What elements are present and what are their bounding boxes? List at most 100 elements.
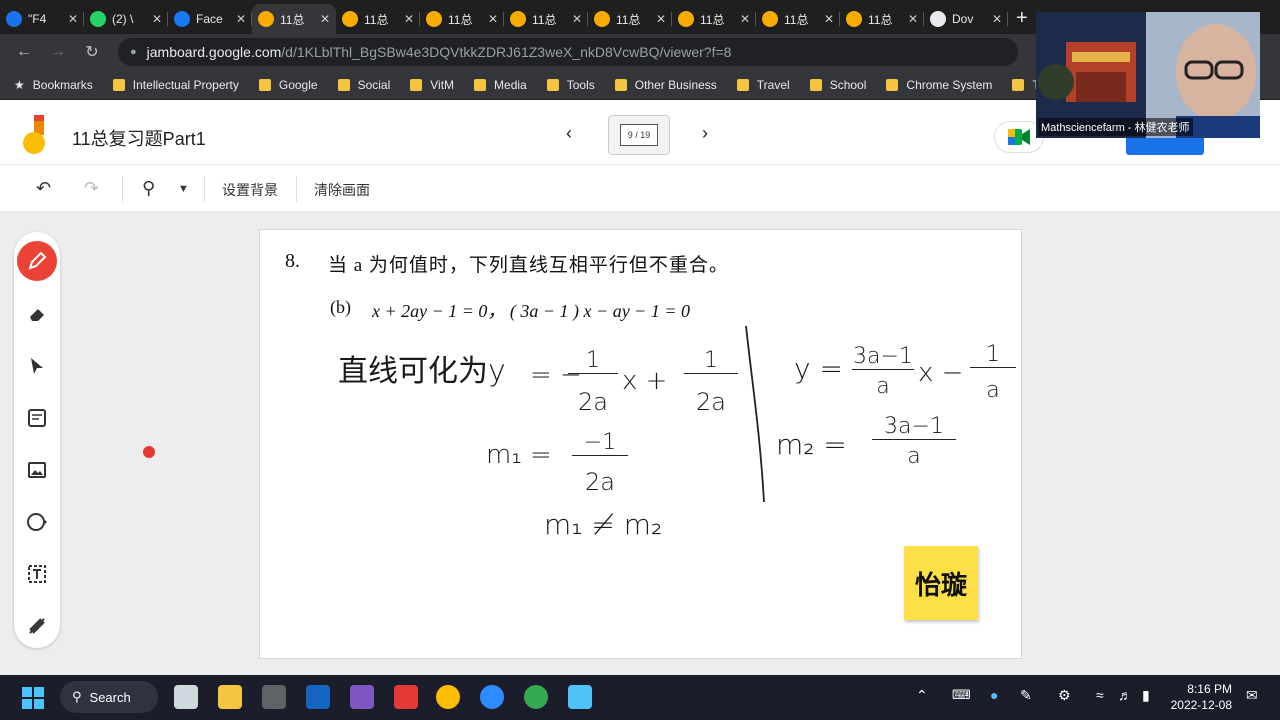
bookmark-folder[interactable]: Social bbox=[337, 78, 390, 92]
sticky-note[interactable]: 怡璇 bbox=[904, 546, 978, 620]
close-tab-icon[interactable]: ✕ bbox=[488, 12, 498, 26]
browser-tab[interactable]: 11总 ✕ bbox=[504, 4, 588, 34]
close-tab-icon[interactable]: ✕ bbox=[236, 12, 246, 26]
bookmark-folder[interactable]: VitM bbox=[410, 78, 454, 92]
handwriting-m2-label: m₂ = bbox=[776, 428, 847, 461]
forward-arrow-icon[interactable]: → bbox=[44, 38, 72, 66]
browser-tab[interactable]: 11总 ✕ bbox=[336, 4, 420, 34]
close-tab-icon[interactable]: ✕ bbox=[152, 12, 162, 26]
handwriting-m1-den: 2a bbox=[585, 468, 615, 496]
tab-title: "F4 bbox=[28, 12, 47, 26]
close-tab-icon[interactable]: ✕ bbox=[992, 12, 1002, 26]
close-tab-icon[interactable]: ✕ bbox=[68, 12, 78, 26]
taskbar-search[interactable]: ⚲ Search bbox=[60, 681, 158, 713]
next-frame-chevron-icon[interactable]: › bbox=[702, 123, 708, 144]
handwriting-frac2-num: 1 bbox=[684, 348, 738, 374]
frame-pager[interactable]: 9 / 19 bbox=[608, 115, 670, 155]
bookmark-folder[interactable]: Travel bbox=[736, 78, 790, 92]
notifications-icon[interactable]: ✉ bbox=[1246, 687, 1258, 704]
folder-icon bbox=[809, 78, 822, 91]
question-part-label: (b) bbox=[330, 297, 351, 317]
browser-tab[interactable]: "F4 ✕ bbox=[0, 4, 84, 34]
tab-title: 11总 bbox=[280, 12, 305, 27]
zoom-dropdown-chevron-icon[interactable]: ▼ bbox=[178, 183, 189, 195]
handwriting-line1-mid: x + bbox=[622, 366, 668, 396]
browser-tab[interactable]: Face ✕ bbox=[168, 4, 252, 34]
shape-circle-icon[interactable] bbox=[25, 510, 49, 534]
pen-menu-icon[interactable]: ✎ bbox=[1020, 687, 1032, 704]
tab-title: 11总 bbox=[784, 12, 809, 27]
bookmark-folder[interactable]: Media bbox=[474, 78, 527, 92]
bookmark-folder[interactable]: Tools bbox=[546, 77, 595, 92]
calculator-icon[interactable] bbox=[350, 685, 374, 709]
clear-frame-button[interactable]: 清除画面 bbox=[314, 180, 370, 200]
microphone-icon[interactable]: ● bbox=[990, 687, 998, 703]
chrome-icon[interactable] bbox=[524, 685, 548, 709]
eraser-icon[interactable] bbox=[25, 302, 49, 326]
search-icon: ⚲ bbox=[72, 689, 82, 704]
task-view-icon[interactable] bbox=[174, 685, 198, 709]
bookmark-label: Tools bbox=[566, 77, 595, 92]
browser-tab[interactable]: (2) \ ✕ bbox=[84, 4, 168, 34]
redo-icon[interactable]: ↷ bbox=[84, 178, 99, 199]
volume-icon[interactable]: ♬ bbox=[1118, 687, 1132, 703]
wps-office-icon[interactable] bbox=[394, 685, 418, 709]
bookmark-folder[interactable]: Other Business bbox=[614, 78, 717, 92]
previous-frame-chevron-icon[interactable]: ‹ bbox=[566, 123, 572, 144]
browser-tab[interactable]: Dov ✕ bbox=[924, 4, 1008, 34]
phone-link-icon[interactable] bbox=[262, 685, 286, 709]
text-box-icon[interactable] bbox=[25, 562, 49, 586]
browser-tab[interactable]: 11总 ✕ bbox=[420, 4, 504, 34]
browser-tab[interactable]: 11总 ✕ bbox=[252, 4, 336, 34]
image-icon[interactable] bbox=[25, 458, 49, 482]
browser-tab[interactable]: 11总 ✕ bbox=[756, 4, 840, 34]
bookmark-folder[interactable]: Google bbox=[258, 78, 318, 92]
file-explorer-icon[interactable] bbox=[218, 685, 242, 709]
close-tab-icon[interactable]: ✕ bbox=[824, 12, 834, 26]
sticky-note-icon[interactable] bbox=[25, 406, 49, 430]
system-clock[interactable]: 8:16 PM 2022-12-08 bbox=[1171, 681, 1232, 713]
close-tab-icon[interactable]: ✕ bbox=[908, 12, 918, 26]
board-title[interactable]: 11总复习题Part1 bbox=[72, 125, 206, 151]
taskbar-search-label: Search bbox=[89, 689, 131, 705]
back-arrow-icon[interactable]: ← bbox=[10, 38, 38, 66]
notepad-icon[interactable] bbox=[568, 685, 592, 709]
chrome-profile-icon[interactable] bbox=[436, 685, 460, 709]
webcam-label: Mathsciencefarm - 林健农老师 bbox=[1038, 118, 1193, 136]
zoom-icon[interactable]: ⚲ bbox=[142, 178, 155, 199]
select-cursor-icon[interactable] bbox=[25, 354, 49, 378]
tray-chevron-up-icon[interactable]: ⌃ bbox=[916, 687, 928, 704]
wifi-icon[interactable]: ≈ bbox=[1096, 687, 1104, 703]
browser-tab[interactable]: 11总 ✕ bbox=[588, 4, 672, 34]
bookmark-folder[interactable]: Intellectual Property bbox=[112, 78, 239, 92]
windows-start-icon[interactable] bbox=[22, 687, 44, 709]
close-tab-icon[interactable]: ✕ bbox=[320, 12, 330, 26]
tool-sidebar bbox=[14, 232, 60, 648]
whiteboard-app-icon[interactable] bbox=[306, 685, 330, 709]
undo-icon[interactable]: ↶ bbox=[36, 178, 51, 199]
bookmark-folder[interactable]: Chrome System bbox=[886, 78, 992, 92]
close-tab-icon[interactable]: ✕ bbox=[656, 12, 666, 26]
star-icon: ★ bbox=[14, 77, 25, 92]
bookmarks-menu[interactable]: ★ Bookmarks bbox=[14, 78, 93, 92]
bookmark-folder[interactable]: School bbox=[809, 78, 866, 92]
close-tab-icon[interactable]: ✕ bbox=[740, 12, 750, 26]
close-tab-icon[interactable]: ✕ bbox=[404, 12, 414, 26]
folder-icon bbox=[886, 78, 899, 91]
browser-tab[interactable]: 11总 ✕ bbox=[672, 4, 756, 34]
pen-tool-icon[interactable] bbox=[17, 241, 57, 281]
bookmark-label: Media bbox=[494, 77, 527, 92]
battery-icon[interactable]: ▮ bbox=[1142, 687, 1150, 704]
laser-pointer-icon[interactable] bbox=[25, 614, 49, 638]
set-background-button[interactable]: 设置背景 bbox=[222, 180, 278, 200]
zoom-app-icon[interactable] bbox=[480, 685, 504, 709]
close-tab-icon[interactable]: ✕ bbox=[572, 12, 582, 26]
reload-icon[interactable]: ↻ bbox=[78, 38, 106, 66]
new-tab-icon[interactable]: + bbox=[1008, 7, 1036, 34]
address-bar[interactable]: ● jamboard.google.com/d/1KLblThl_BgSBw4e… bbox=[118, 38, 1018, 66]
jamboard-logo-icon[interactable] bbox=[22, 115, 50, 155]
handwriting-line2-frac-den: a bbox=[986, 378, 1000, 403]
network-status-icon[interactable]: ⚙ bbox=[1058, 687, 1071, 704]
keyboard-icon[interactable]: ⌨ bbox=[952, 687, 971, 703]
browser-tab[interactable]: 11总 ✕ bbox=[840, 4, 924, 34]
